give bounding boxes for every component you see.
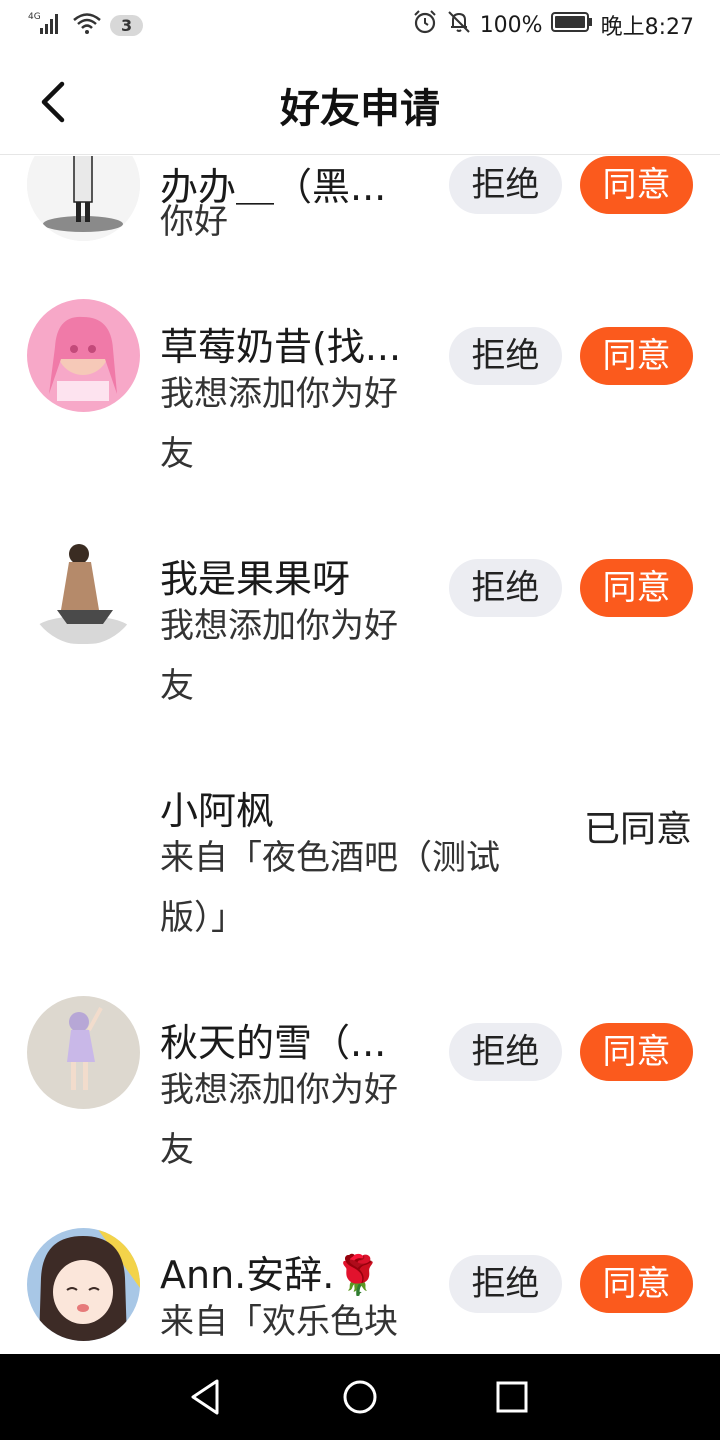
requester-name: 草莓奶昔(找... bbox=[160, 325, 402, 369]
status-bar: 4G 3 100% 晚上8:27 bbox=[0, 0, 720, 50]
svg-text:4G: 4G bbox=[28, 12, 41, 22]
friend-request-list[interactable]: 办办＿（黑... 你好 拒绝 同意 草莓奶昔(找... 我想添加你为好友 拒绝 … bbox=[0, 156, 720, 1354]
request-message: 我想添加你为好友 bbox=[160, 1070, 398, 1170]
accepted-status: 已同意 bbox=[583, 809, 692, 850]
accept-button[interactable]: 同意 bbox=[580, 1255, 693, 1313]
system-nav-bar bbox=[0, 1354, 720, 1440]
reject-button[interactable]: 拒绝 bbox=[449, 327, 562, 385]
nav-home-button[interactable] bbox=[337, 1374, 383, 1420]
notification-badge: 3 bbox=[110, 14, 144, 36]
accept-button[interactable]: 同意 bbox=[580, 1023, 693, 1081]
clock: 晚上8:27 bbox=[600, 15, 694, 40]
requester-name: 秋天的雪（... bbox=[160, 1021, 387, 1065]
reject-button[interactable]: 拒绝 bbox=[449, 1255, 562, 1313]
avatar[interactable] bbox=[27, 996, 140, 1109]
status-right: 100% 晚上8:27 bbox=[412, 10, 694, 40]
battery-icon bbox=[550, 11, 593, 39]
alarm-icon bbox=[412, 9, 438, 41]
status-left: 4G 3 bbox=[28, 10, 144, 40]
square-recents-icon bbox=[496, 1381, 528, 1413]
reject-button[interactable]: 拒绝 bbox=[449, 156, 562, 214]
requester-name: 我是果果呀 bbox=[160, 557, 351, 601]
request-message: 来自「夜色酒吧（测试版）」 bbox=[160, 838, 500, 938]
request-row: 办办＿（黑... 你好 拒绝 同意 bbox=[0, 156, 720, 276]
avatar[interactable] bbox=[27, 1228, 140, 1341]
header: 好友申请 bbox=[0, 50, 720, 155]
page-title: 好友申请 bbox=[280, 86, 440, 132]
circle-home-icon bbox=[343, 1380, 377, 1414]
request-row: 我是果果呀 我想添加你为好友 拒绝 同意 bbox=[0, 528, 720, 738]
avatar[interactable] bbox=[27, 532, 140, 645]
avatar[interactable] bbox=[27, 299, 140, 412]
accept-button[interactable]: 同意 bbox=[580, 559, 693, 617]
request-message: 我想添加你为好友 bbox=[160, 606, 398, 706]
nav-back-button[interactable] bbox=[183, 1374, 229, 1420]
request-row: Ann.安辞.🌹 来自「欢乐色块 拒绝 同意 bbox=[0, 1224, 720, 1354]
accept-button[interactable]: 同意 bbox=[580, 156, 693, 214]
requester-name: 小阿枫 bbox=[160, 789, 275, 833]
request-row: 草莓奶昔(找... 我想添加你为好友 拒绝 同意 bbox=[0, 296, 720, 506]
nav-recents-button[interactable] bbox=[489, 1374, 535, 1420]
request-message: 你好 bbox=[160, 202, 228, 242]
requester-name: Ann.安辞.🌹 bbox=[160, 1253, 382, 1297]
mute-bell-icon bbox=[446, 9, 472, 41]
request-message: 来自「欢乐色块 bbox=[160, 1302, 398, 1342]
accept-button[interactable]: 同意 bbox=[580, 327, 693, 385]
battery-percent: 100% bbox=[479, 12, 543, 38]
wifi-icon bbox=[72, 11, 102, 39]
request-message: 我想添加你为好友 bbox=[160, 374, 398, 474]
avatar[interactable] bbox=[27, 156, 140, 241]
reject-button[interactable]: 拒绝 bbox=[449, 1023, 562, 1081]
triangle-back-icon bbox=[191, 1379, 219, 1415]
request-row: 秋天的雪（... 我想添加你为好友 拒绝 同意 bbox=[0, 992, 720, 1202]
request-row: 小阿枫 来自「夜色酒吧（测试版）」 已同意 bbox=[0, 760, 720, 970]
signal-icon: 4G bbox=[28, 10, 64, 40]
reject-button[interactable]: 拒绝 bbox=[449, 559, 562, 617]
